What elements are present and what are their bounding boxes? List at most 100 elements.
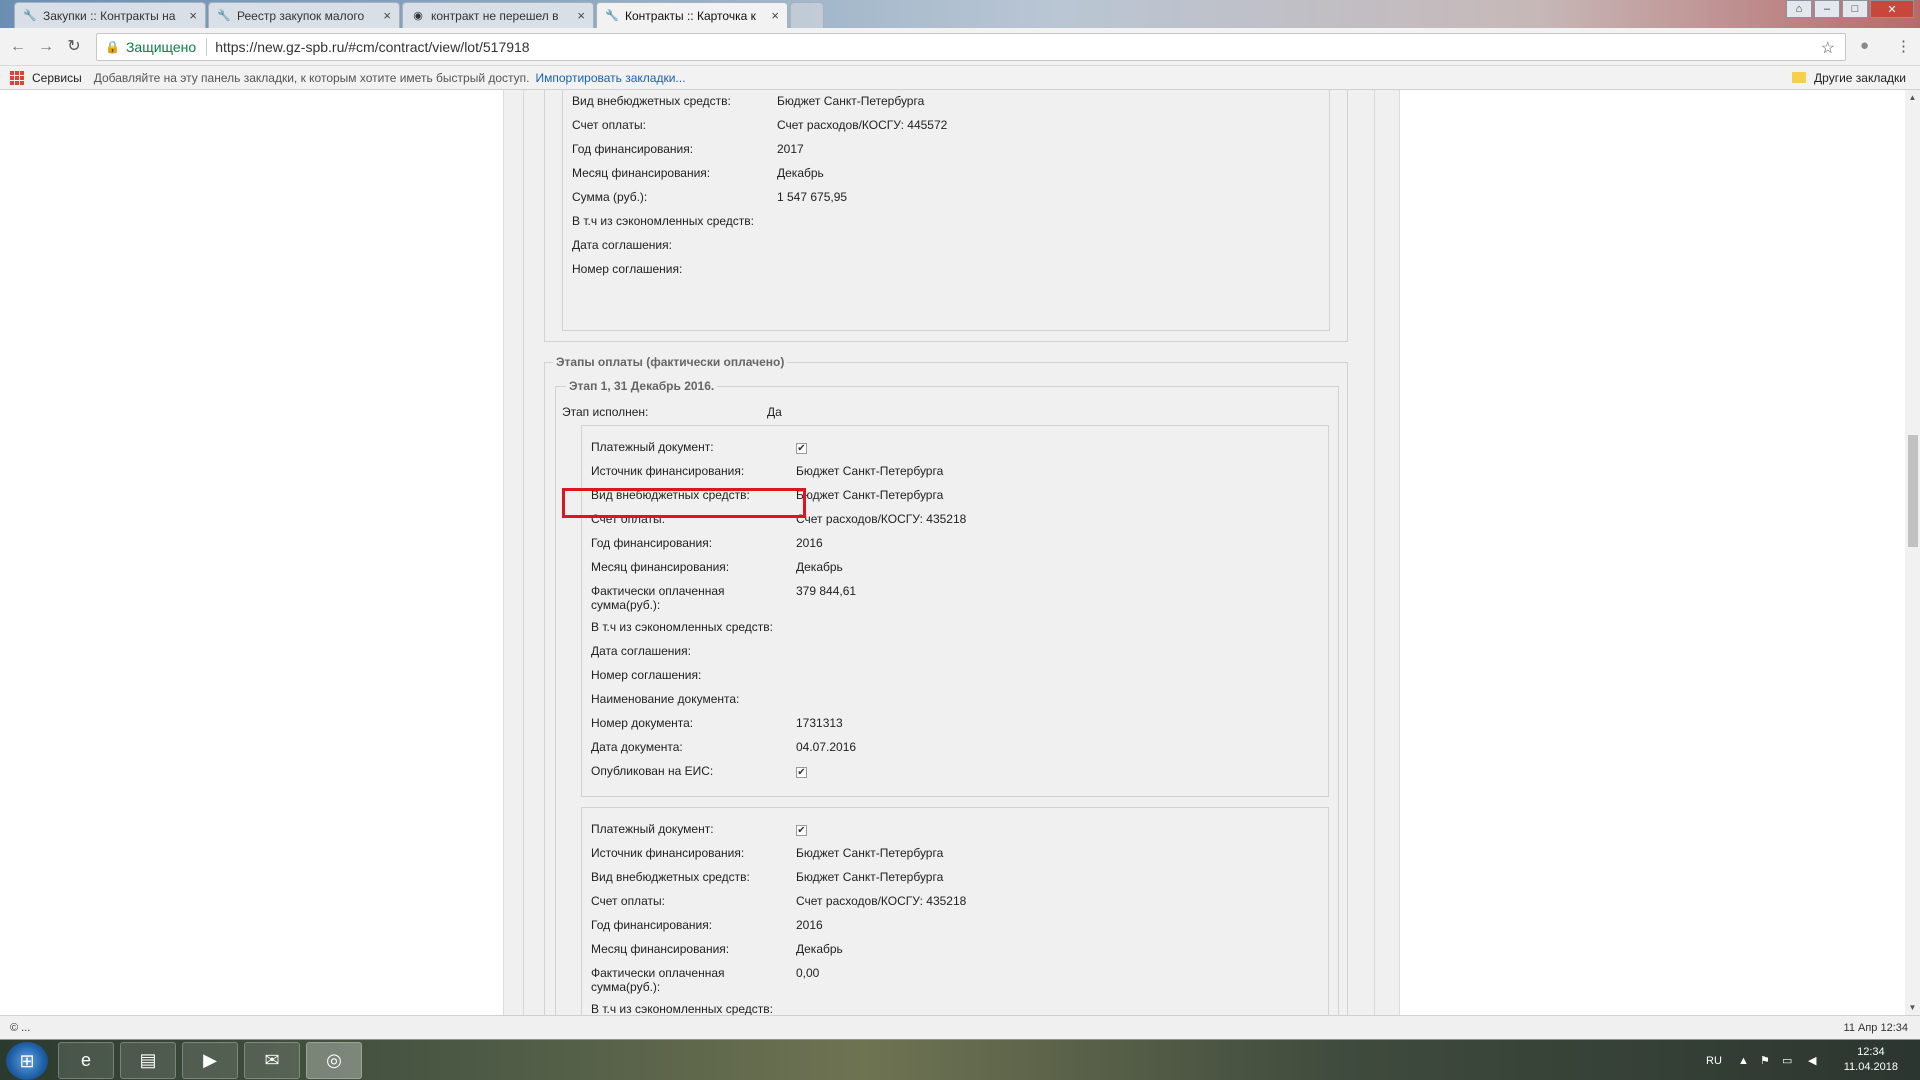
media-player-icon[interactable]: ▶ (182, 1042, 238, 1079)
field-label: Год финансирования: (591, 536, 713, 550)
chrome-icon[interactable]: ◎ (306, 1042, 362, 1079)
close-icon[interactable]: × (189, 8, 197, 23)
taskbar-clock[interactable]: 12:34 11.04.2018 (1844, 1045, 1898, 1075)
field-value: Счет расходов/КОСГУ: 435218 (796, 512, 967, 526)
gz-logo-icon: 🔧 (605, 9, 619, 22)
content-column: Вид внебюджетных средств: Бюджет Санкт-Пе… (503, 90, 1400, 1015)
other-bookmarks[interactable]: Другие закладки (1792, 71, 1906, 85)
plan-payment-block: Вид внебюджетных средств: Бюджет Санкт-Пе… (562, 90, 1330, 331)
bookmarks-hint: Добавляйте на эту панель закладки, к кот… (93, 70, 530, 85)
tab-title: Закупки :: Контракты на (43, 8, 176, 23)
field-label: Вид внебюджетных средств: (591, 870, 750, 884)
scroll-thumb[interactable] (1908, 435, 1918, 547)
other-bookmarks-label: Другие закладки (1814, 70, 1906, 85)
forward-arrow-icon[interactable]: → (36, 37, 56, 57)
bookmark-star-icon[interactable]: ☆ (1821, 38, 1835, 58)
field-label: Источник финансирования: (591, 464, 745, 478)
check-icon: ✔ (796, 767, 807, 778)
tab-title: контракт не перешел в (431, 8, 559, 23)
annotation-highlight-box (562, 488, 806, 518)
vertical-scrollbar[interactable]: ▲ ▼ (1905, 90, 1920, 1015)
field-value: Бюджет Санкт-Петербурга (796, 464, 944, 478)
field-label: Фактически оплаченная сумма(руб.): (591, 584, 725, 612)
field-value: 1731313 (796, 716, 843, 730)
field-value: Счет расходов/КОСГУ: 445572 (777, 118, 948, 132)
field-value: Декабрь (796, 942, 843, 956)
field-value: 379 844,61 (796, 584, 857, 598)
volume-icon[interactable]: ◀ (1808, 1040, 1816, 1080)
menu-dots-icon[interactable]: ⋮ (1896, 37, 1911, 55)
import-bookmarks-link[interactable]: Импортировать закладки... (536, 71, 686, 85)
reload-icon[interactable]: ↻ (64, 37, 84, 57)
secure-label: Защищено (125, 39, 197, 55)
page-viewport: Вид внебюджетных средств: Бюджет Санкт-Пе… (0, 90, 1905, 1015)
new-tab-button[interactable] (790, 2, 824, 28)
action-center-flag-icon[interactable]: ⚑ (1760, 1040, 1770, 1080)
field-value: Бюджет Санкт-Петербурга (796, 846, 944, 860)
close-icon[interactable]: × (771, 8, 779, 23)
minimize-icon[interactable]: – (1814, 0, 1840, 18)
field-value: Бюджет Санкт-Петербурга (796, 488, 944, 502)
field-label: Номер документа: (591, 716, 694, 730)
browser-tab-active[interactable]: 🔧 Контракты :: Карточка к × (596, 2, 788, 28)
field-label: Наименование документа: (591, 692, 740, 706)
field-label: Год финансирования: (591, 918, 713, 932)
field-label: Месяц финансирования: (572, 166, 711, 180)
extension-icon[interactable]: ● (1860, 37, 1869, 54)
apps-grid-icon[interactable] (10, 70, 24, 85)
maximize-icon[interactable]: □ (1842, 0, 1868, 18)
clock-date: 11.04.2018 (1843, 1061, 1898, 1073)
field-label: Источник финансирования: (591, 846, 745, 860)
field-value: Декабрь (796, 560, 843, 574)
checkbox-checked-icon: ✔ (796, 440, 807, 454)
network-icon[interactable]: ▭ (1782, 1040, 1792, 1080)
field-label: Фактически оплаченная сумма(руб.): (591, 966, 725, 994)
stage-done-label: Этап исполнен: (562, 405, 649, 419)
field-label: В т.ч из сэкономленных средств: (572, 214, 755, 228)
field-value: Счет расходов/КОСГУ: 435218 (796, 894, 967, 908)
stage-fieldset: Этап 1, 31 Декабрь 2016. Этап исполнен: … (555, 379, 1339, 1015)
field-label: Платежный документ: (591, 822, 714, 836)
tab-title: Контракты :: Карточка к (625, 8, 756, 23)
bookmarks-bar: Сервисы Добавляйте на эту панель закладк… (0, 66, 1920, 90)
back-arrow-icon[interactable]: ← (8, 37, 28, 57)
plan-stage-fieldset: Вид внебюджетных средств: Бюджет Санкт-Пе… (544, 90, 1348, 342)
browser-toolbar: ← → ↻ 🔒 Защищено https://new.gz-spb.ru/#… (0, 28, 1920, 66)
start-button-icon[interactable]: ⊞ (6, 1042, 48, 1080)
address-divider (206, 38, 208, 56)
file-explorer-icon[interactable]: ▤ (120, 1042, 176, 1079)
field-label: Дата соглашения: (572, 238, 672, 252)
url-text[interactable]: https://new.gz-spb.ru/#cm/contract/view/… (215, 39, 529, 55)
field-label: Дата соглашения: (591, 644, 691, 658)
outlook-icon[interactable]: ✉ (244, 1042, 300, 1079)
scroll-down-arrow-icon[interactable]: ▼ (1905, 1000, 1920, 1015)
folder-icon (1792, 72, 1807, 83)
browser-tab[interactable]: 🔧 Реестр закупок малого × (208, 2, 400, 28)
field-label: Дата документа: (591, 740, 683, 754)
internet-explorer-icon[interactable]: e (58, 1042, 114, 1079)
window-close-icon[interactable]: ✕ (1870, 0, 1914, 18)
scroll-up-arrow-icon[interactable]: ▲ (1905, 90, 1920, 105)
field-value: Декабрь (777, 166, 824, 180)
close-icon[interactable]: × (383, 8, 391, 23)
field-value: 0,00 (796, 966, 820, 980)
field-value: 1 547 675,95 (777, 190, 848, 204)
checkbox-checked-icon: ✔ (796, 822, 807, 836)
close-icon[interactable]: × (577, 8, 585, 23)
address-bar[interactable]: 🔒 Защищено https://new.gz-spb.ru/#cm/con… (96, 33, 1846, 61)
status-bar: © ... 11 Апр 12:34 (0, 1015, 1920, 1039)
check-icon: ✔ (796, 825, 807, 836)
stage-done-value: Да (767, 405, 782, 419)
browser-tab[interactable]: ◉ контракт не перешел в × (402, 2, 594, 28)
gz-logo-icon: 🔧 (217, 9, 231, 22)
checkbox-checked-icon: ✔ (796, 764, 807, 778)
gz-logo-icon: 🔧 (23, 9, 37, 22)
field-value: 2016 (796, 918, 823, 932)
payment-document-block: Платежный документ: ✔ Источник финансирова… (581, 425, 1329, 797)
browser-tab[interactable]: 🔧 Закупки :: Контракты на × (14, 2, 206, 28)
window-user-icon[interactable]: ⌂ (1786, 0, 1812, 18)
tray-arrow-icon[interactable]: ▲ (1738, 1040, 1749, 1080)
field-value: Бюджет Санкт-Петербурга (777, 94, 925, 108)
language-indicator[interactable]: RU (1706, 1040, 1722, 1080)
bookmark-services[interactable]: Сервисы (32, 71, 82, 85)
